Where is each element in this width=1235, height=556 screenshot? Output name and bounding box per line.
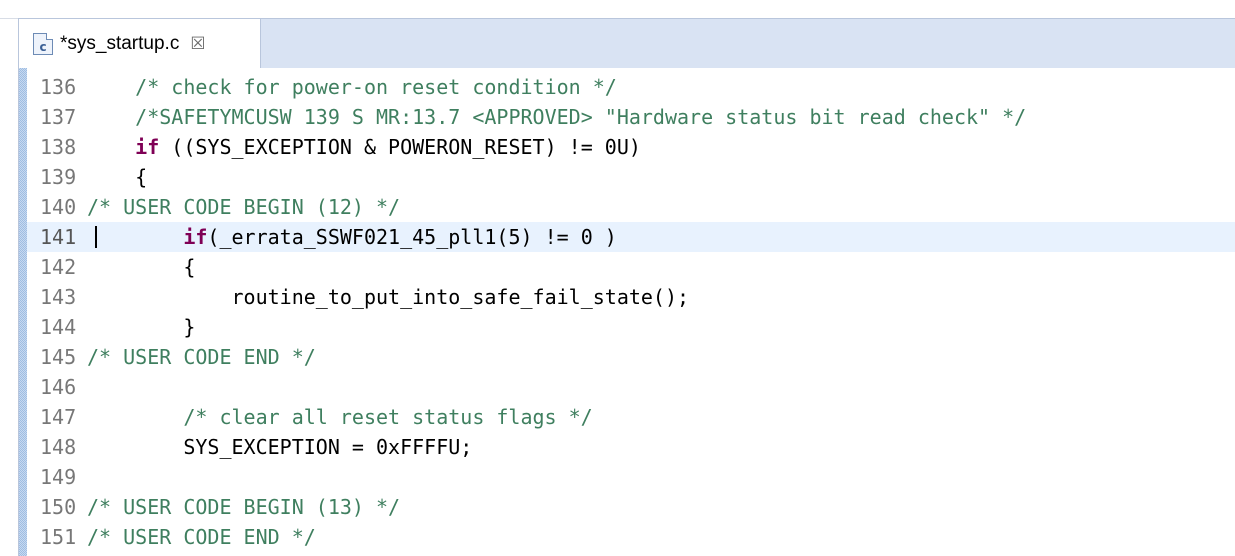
line-number: 142: [40, 255, 77, 279]
code-token: routine_to_put_into_safe_fail_state();: [231, 285, 690, 309]
line-code: }: [87, 315, 195, 339]
line-code: /* clear all reset status flags */: [87, 405, 593, 429]
line-number: 136: [40, 75, 77, 99]
code-line[interactable]: 139 {: [27, 162, 1235, 192]
line-number: 143: [40, 285, 77, 309]
line-number: 145: [40, 345, 77, 369]
comment-token: /* clear all reset status flags */: [183, 405, 593, 429]
code-token: ((SYS_EXCEPTION & POWERON_RESET) != 0U): [159, 135, 641, 159]
line-number: 137: [40, 105, 77, 129]
line-number: 138: [40, 135, 77, 159]
code-line[interactable]: 137 /*SAFETYMCUSW 139 S MR:13.7 <APPROVE…: [27, 102, 1235, 132]
line-number: 149: [40, 465, 77, 489]
line-code: /* USER CODE END */: [87, 345, 316, 369]
code-token: (_errata_SSWF021_45_pll1(5) != 0 ): [207, 225, 617, 249]
line-code: {: [87, 165, 147, 189]
code-line[interactable]: 136 /* check for power-on reset conditio…: [27, 72, 1235, 102]
comment-token: /* USER CODE BEGIN (13) */: [87, 495, 401, 519]
code-line[interactable]: 147 /* clear all reset status flags */: [27, 402, 1235, 432]
code-line[interactable]: 144 }: [27, 312, 1235, 342]
line-code: /* USER CODE BEGIN (12) */: [87, 195, 400, 219]
code-line[interactable]: 142 {: [27, 252, 1235, 282]
c-file-icon: c: [33, 33, 53, 55]
line-number: 146: [40, 375, 77, 399]
line-code: SYS_EXCEPTION = 0xFFFFU;: [87, 435, 472, 459]
line-code: if ((SYS_EXCEPTION & POWERON_RESET) != 0…: [87, 135, 641, 159]
line-number: 139: [40, 165, 77, 189]
line-code: /*SAFETYMCUSW 139 S MR:13.7 <APPROVED> "…: [87, 105, 1026, 129]
code-line[interactable]: 141 if(_errata_SSWF021_45_pll1(5) != 0 ): [27, 222, 1235, 252]
tab-sys-startup[interactable]: c *sys_startup.c ☒: [19, 19, 261, 69]
code-line[interactable]: 145 /* USER CODE END */: [27, 342, 1235, 372]
comment-token: /* USER CODE END */: [87, 345, 316, 369]
editor-tab-bar: c *sys_startup.c ☒: [18, 18, 1235, 69]
comment-token: /*SAFETYMCUSW 139 S MR:13.7 <APPROVED> "…: [135, 105, 1027, 129]
code-lines: 136 /* check for power-on reset conditio…: [27, 72, 1235, 552]
line-number: 140: [40, 195, 77, 219]
code-line[interactable]: 151 /* USER CODE END */: [27, 522, 1235, 552]
code-line[interactable]: 143 routine_to_put_into_safe_fail_state(…: [27, 282, 1235, 312]
line-code: /* check for power-on reset condition */: [87, 75, 617, 99]
line-code: /* USER CODE BEGIN (13) */: [87, 495, 400, 519]
text-caret: [95, 226, 97, 248]
comment-token: /* check for power-on reset condition */: [135, 75, 617, 99]
code-line[interactable]: 138 if ((SYS_EXCEPTION & POWERON_RESET) …: [27, 132, 1235, 162]
code-line[interactable]: 146: [27, 372, 1235, 402]
tab-title: *sys_startup.c: [60, 33, 180, 54]
line-code: if(_errata_SSWF021_45_pll1(5) != 0 ): [87, 225, 617, 249]
line-number: 151: [40, 525, 77, 549]
code-token: {: [183, 255, 196, 279]
line-code: routine_to_put_into_safe_fail_state();: [87, 285, 690, 309]
comment-token: /* USER CODE BEGIN (12) */: [87, 195, 401, 219]
line-number: 150: [40, 495, 77, 519]
keyword-token: if: [135, 135, 160, 159]
line-code: /* USER CODE END */: [87, 525, 316, 549]
line-number: 147: [40, 405, 77, 429]
code-line[interactable]: 148 SYS_EXCEPTION = 0xFFFFU;: [27, 432, 1235, 462]
code-line[interactable]: 150 /* USER CODE BEGIN (13) */: [27, 492, 1235, 522]
line-number: 144: [40, 315, 77, 339]
code-editor[interactable]: 136 /* check for power-on reset conditio…: [18, 68, 1235, 556]
overview-ruler: [19, 68, 27, 556]
code-token: }: [183, 315, 196, 339]
line-code: {: [87, 255, 195, 279]
line-number: 141: [40, 225, 77, 249]
window-top-strip: [0, 0, 1235, 19]
comment-token: /* USER CODE END */: [87, 525, 316, 549]
code-token: SYS_EXCEPTION = 0xFFFFU;: [183, 435, 473, 459]
code-line[interactable]: 140 /* USER CODE BEGIN (12) */: [27, 192, 1235, 222]
code-token: {: [135, 165, 148, 189]
keyword-token: if: [183, 225, 208, 249]
code-line[interactable]: 149: [27, 462, 1235, 492]
close-tab-icon[interactable]: ☒: [190, 35, 205, 53]
line-number: 148: [40, 435, 77, 459]
